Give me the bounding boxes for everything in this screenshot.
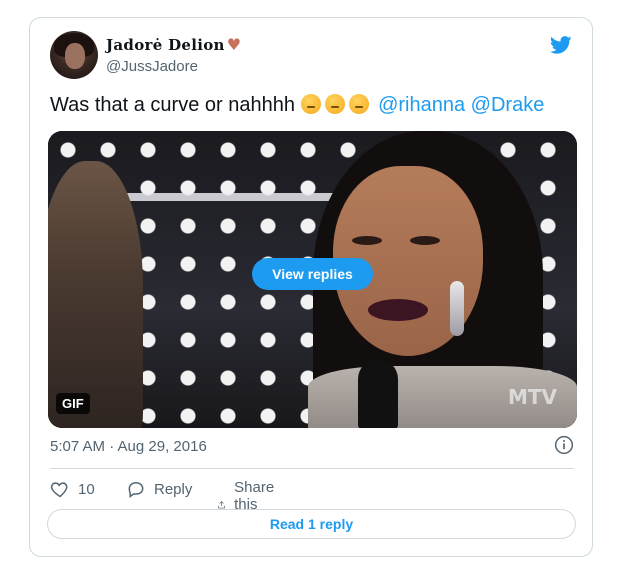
tweet-timestamp[interactable]: 5:07 AM · Aug 29, 2016 (50, 438, 207, 455)
microphone (358, 359, 398, 428)
divider (50, 468, 574, 469)
like-button[interactable]: 10 (50, 479, 95, 499)
avatar[interactable] (50, 31, 98, 79)
reply-label: Reply (154, 480, 193, 498)
heart-icon (50, 482, 68, 498)
tweet-card: Jadorė Delion ♥ @JussJadore Was that a cu… (29, 17, 593, 557)
thinking-emoji-icon (324, 94, 345, 114)
twitter-bird-icon[interactable] (548, 34, 574, 56)
reply-button[interactable]: Reply (126, 479, 192, 499)
mention-rihanna[interactable]: @rihanna (378, 94, 465, 116)
author-name[interactable]: Jadorė Delion ♥ (106, 35, 241, 54)
like-count: 10 (78, 480, 95, 498)
tweet-text: Was that a curve or nahhhh @rihanna @Dra… (50, 94, 545, 116)
author-handle[interactable]: @JussJadore (106, 58, 198, 75)
view-replies-button[interactable]: View replies (252, 258, 373, 290)
reply-bubble-icon (128, 481, 144, 498)
mention-drake[interactable]: @Drake (471, 94, 545, 116)
thinking-emoji-icon (348, 94, 369, 114)
mtv-watermark: MTV (508, 385, 558, 409)
man-figure (48, 161, 143, 428)
heart-emoji-icon: ♥ (226, 35, 242, 54)
thinking-emoji-icon (300, 94, 321, 114)
info-icon[interactable] (554, 435, 574, 455)
gif-media[interactable]: View replies GIF MTV (48, 131, 577, 428)
read-replies-button[interactable]: Read 1 reply (47, 509, 576, 539)
gif-badge: GIF (56, 393, 90, 414)
